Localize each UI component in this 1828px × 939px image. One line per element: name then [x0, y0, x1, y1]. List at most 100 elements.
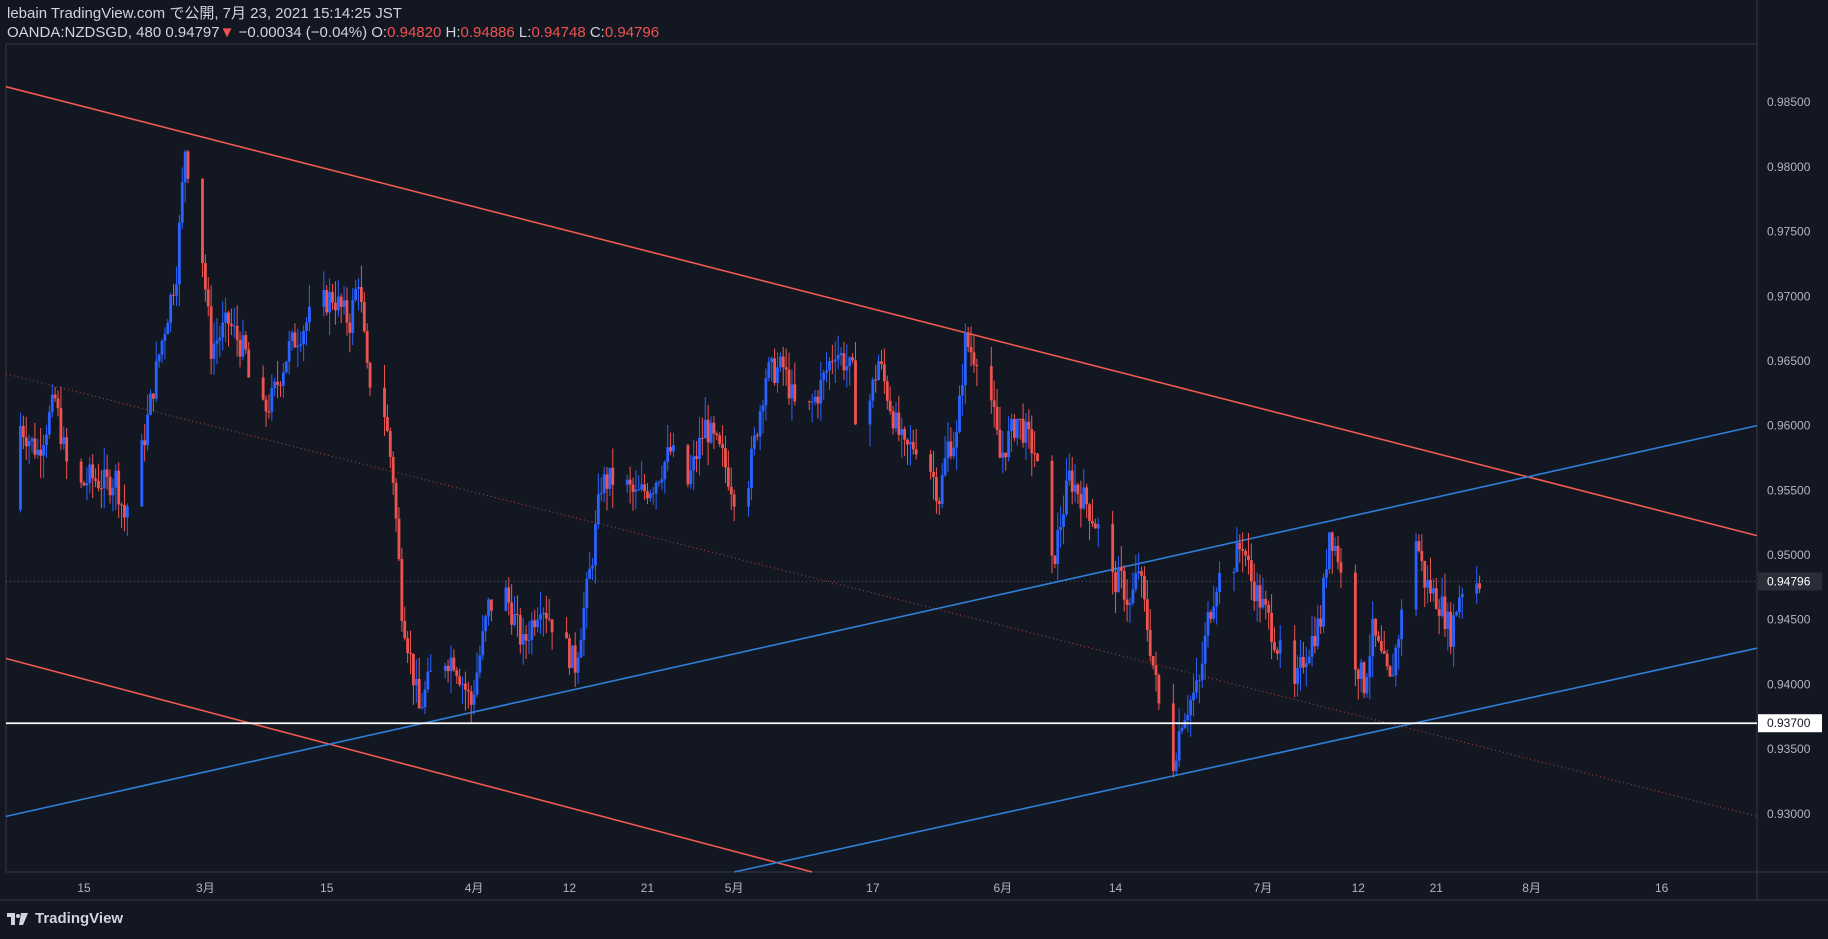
candle-body — [397, 518, 401, 560]
candle-body — [1137, 571, 1141, 574]
candle-body — [218, 337, 222, 341]
candle-body — [125, 506, 129, 518]
candle-body — [732, 494, 736, 507]
candle-body — [830, 361, 834, 363]
candle-body — [750, 448, 753, 489]
candle-body — [784, 367, 788, 370]
candle-body — [729, 486, 733, 495]
time-tick-label: 21 — [641, 881, 655, 895]
candle-body — [998, 429, 1002, 458]
candle-body — [1382, 650, 1386, 654]
candle-body — [715, 433, 719, 436]
candle-body — [149, 393, 152, 415]
candle-body — [1073, 484, 1077, 492]
candle-body — [518, 615, 522, 645]
candle-body — [186, 151, 190, 179]
candle-body — [1327, 532, 1331, 570]
candle-body — [172, 294, 175, 296]
candle-body — [1114, 572, 1117, 593]
candle-body — [261, 377, 265, 400]
candle-body — [1215, 592, 1219, 607]
candle-body — [1440, 596, 1444, 616]
candle-body — [686, 445, 690, 485]
candle-body — [469, 691, 473, 705]
candle-body — [1391, 675, 1395, 677]
candle-body — [776, 367, 779, 383]
candle-body — [325, 290, 329, 313]
candle-body — [773, 358, 776, 383]
candle-body — [146, 414, 149, 446]
candle-body — [1278, 640, 1282, 654]
candle-body — [1333, 545, 1337, 551]
candle-body — [120, 504, 123, 506]
candle-body — [85, 483, 89, 486]
trendline-channel-upper[interactable] — [5, 424, 1758, 818]
candle-body — [521, 634, 525, 645]
candle-body — [394, 482, 398, 519]
candle-body — [1478, 583, 1482, 589]
candle-body — [1273, 642, 1276, 651]
candle-body — [1001, 452, 1005, 458]
candle-body — [1400, 609, 1403, 640]
candle-body — [1429, 579, 1432, 594]
candle-body — [1322, 577, 1325, 627]
price-axis[interactable]: 0.98500 0.98000 0.97500 0.97000 0.96500 0.960… — [1758, 95, 1822, 821]
candle-body — [1241, 549, 1245, 551]
candle-body — [1212, 606, 1216, 619]
candle-body — [21, 425, 25, 438]
candle-body — [1140, 571, 1143, 576]
candle-body — [672, 445, 675, 452]
price-tick-label: 0.97500 — [1767, 225, 1811, 239]
candle-body — [1388, 666, 1392, 677]
candle-body — [24, 437, 28, 447]
candle-body — [1209, 612, 1213, 619]
candle-body — [423, 689, 427, 708]
candle-body — [700, 437, 704, 439]
candle-body — [778, 356, 782, 368]
trendline-resistance-lower[interactable] — [5, 657, 813, 873]
candle-body — [1325, 569, 1328, 578]
candle-body — [351, 300, 355, 333]
candle-body — [293, 332, 297, 348]
candle-body — [1015, 418, 1019, 438]
candle-body — [1056, 530, 1060, 565]
candle-body — [565, 632, 568, 639]
candle-body — [570, 645, 574, 668]
candle-body — [1157, 675, 1161, 704]
candle-body — [1235, 542, 1239, 572]
candle-body — [594, 523, 597, 566]
candle-body — [452, 657, 456, 671]
tradingview-logo[interactable]: TradingView — [7, 910, 123, 927]
candle-body — [654, 483, 658, 494]
candle-body — [640, 484, 644, 490]
candle-body — [1434, 588, 1438, 610]
candle-body — [322, 290, 326, 307]
candle-body — [1119, 567, 1123, 571]
candle-body — [1093, 523, 1097, 529]
candle-body — [828, 361, 831, 371]
candle-body — [201, 178, 204, 264]
candle-body — [992, 400, 996, 407]
candlestick-chart[interactable]: 0.98500 0.98000 0.97500 0.97000 0.96500 0.960… — [0, 0, 1828, 939]
candle-body — [143, 440, 147, 446]
candle-body — [1457, 597, 1461, 613]
candle-body — [608, 467, 612, 489]
time-axis[interactable]: 15 3月 15 4月 12 21 5月 17 6月 14 7月 12 21 8月 16 — [77, 881, 1668, 895]
candle-body — [807, 401, 811, 403]
candle-body — [45, 434, 48, 446]
candle-body — [880, 361, 883, 365]
candle-body — [79, 461, 83, 483]
candle-body — [1238, 542, 1242, 550]
candle-body — [1088, 504, 1091, 521]
candle-body — [1460, 593, 1464, 598]
candle-body — [937, 501, 941, 504]
candle-body — [969, 347, 973, 353]
trendlines[interactable] — [5, 85, 1758, 873]
trendline-midline-dotted[interactable] — [5, 373, 1758, 817]
candle-body — [1319, 618, 1323, 627]
candle-body — [596, 494, 600, 524]
trendline-channel-lower[interactable] — [733, 647, 1758, 873]
candle-body — [1426, 579, 1430, 588]
trendline-resistance-upper[interactable] — [5, 85, 1758, 537]
candle-body — [611, 467, 615, 485]
